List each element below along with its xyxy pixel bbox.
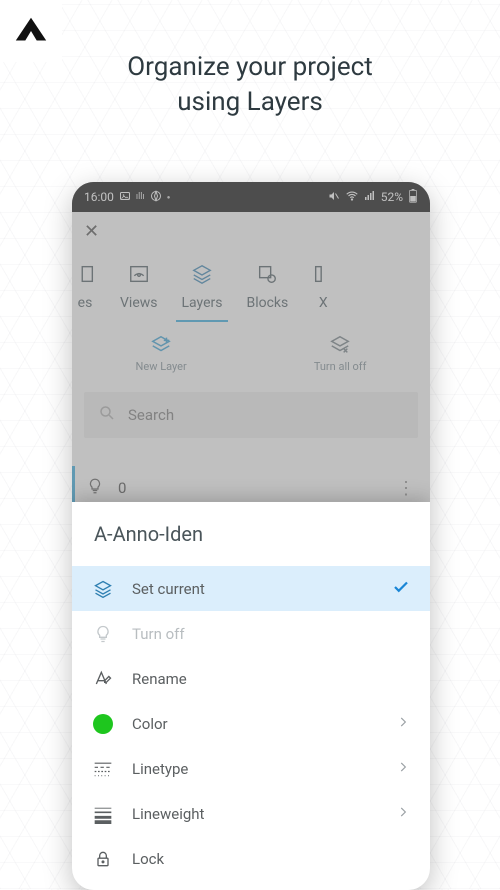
- set-current-icon: [92, 579, 114, 599]
- status-bar: 16:00 ıllı ● 52%: [72, 182, 430, 212]
- mute-icon: [328, 190, 340, 205]
- tab-trunc-left-icon: [74, 263, 96, 289]
- set-current-label: Set current: [132, 580, 374, 598]
- tab-layers-label: Layers: [182, 295, 223, 311]
- status-dot-icon: ●: [167, 194, 171, 201]
- headline-line1: Organize your project: [127, 52, 372, 82]
- headline-line2: using Layers: [177, 87, 323, 117]
- close-icon[interactable]: ✕: [84, 221, 99, 242]
- marketing-headline: Organize your project using Layers: [0, 50, 500, 120]
- chevron-right-icon: [396, 760, 410, 778]
- tab-views-label: Views: [120, 295, 158, 311]
- views-icon: [128, 263, 150, 289]
- menu-item-set-current[interactable]: Set current: [72, 566, 430, 611]
- sheet-layer-title: A-Anno-Iden: [72, 502, 430, 566]
- signal-icon: [364, 190, 376, 205]
- chevron-right-icon: [396, 805, 410, 823]
- tab-views[interactable]: Views: [108, 263, 170, 321]
- tab-blocks-label: Blocks: [246, 295, 288, 311]
- search-box[interactable]: [84, 392, 418, 438]
- rename-icon: [92, 669, 114, 689]
- menu-item-linetype[interactable]: Linetype: [72, 746, 430, 791]
- tab-trunc-right-icon: [312, 263, 334, 289]
- compass-icon: [150, 190, 162, 205]
- color-swatch: [93, 714, 113, 734]
- tab-trunc-left-label: es: [78, 295, 93, 311]
- color-label: Color: [132, 715, 378, 733]
- lock-icon: [92, 849, 114, 869]
- tab-truncated-right[interactable]: X: [300, 263, 336, 321]
- layer-0-name: 0: [118, 479, 126, 497]
- status-time: 16:00: [84, 190, 114, 204]
- turn-all-off-button[interactable]: Turn all off: [314, 334, 367, 373]
- turn-all-off-label: Turn all off: [314, 360, 367, 373]
- linetype-icon: [92, 759, 114, 779]
- lock-label: Lock: [132, 850, 410, 868]
- tab-trunc-right-label: X: [319, 295, 328, 311]
- tab-layers[interactable]: Layers: [170, 263, 235, 321]
- new-layer-label: New Layer: [136, 360, 187, 373]
- more-icon[interactable]: ⋮: [397, 478, 416, 499]
- turn-off-label: Turn off: [132, 625, 410, 643]
- tabs-row: es Views Layers Blocks: [72, 250, 430, 322]
- color-icon: [92, 714, 114, 734]
- turn-off-icon: [92, 624, 114, 644]
- menu-item-lineweight[interactable]: Lineweight: [72, 791, 430, 836]
- battery-text: 52%: [381, 190, 403, 204]
- linetype-label: Linetype: [132, 760, 378, 778]
- new-layer-button[interactable]: New Layer: [136, 334, 187, 373]
- search-icon: [98, 404, 116, 426]
- nfc-icon: ıllı: [136, 192, 145, 202]
- menu-item-rename[interactable]: Rename: [72, 656, 430, 701]
- lineweight-label: Lineweight: [132, 805, 378, 823]
- check-icon: [392, 578, 410, 600]
- tab-blocks[interactable]: Blocks: [234, 263, 300, 321]
- search-input[interactable]: [128, 406, 404, 424]
- layers-icon: [191, 263, 213, 289]
- rename-label: Rename: [132, 670, 410, 688]
- menu-item-color[interactable]: Color: [72, 701, 430, 746]
- blocks-icon: [256, 263, 278, 289]
- menu-item-lock[interactable]: Lock: [72, 836, 430, 881]
- menu-item-turn-off[interactable]: Turn off: [72, 611, 430, 656]
- bulb-icon: [86, 477, 104, 499]
- layer-tools: New Layer Turn all off: [72, 322, 430, 384]
- battery-icon: [408, 189, 418, 206]
- layer-action-sheet: A-Anno-Iden Set current Turn off: [72, 502, 430, 890]
- tab-truncated-left[interactable]: es: [72, 263, 108, 321]
- chevron-right-icon: [396, 715, 410, 733]
- lineweight-icon: [92, 804, 114, 824]
- image-icon: [119, 190, 131, 205]
- wifi-icon: [345, 189, 359, 206]
- phone-mock: 16:00 ıllı ● 52%: [72, 182, 430, 890]
